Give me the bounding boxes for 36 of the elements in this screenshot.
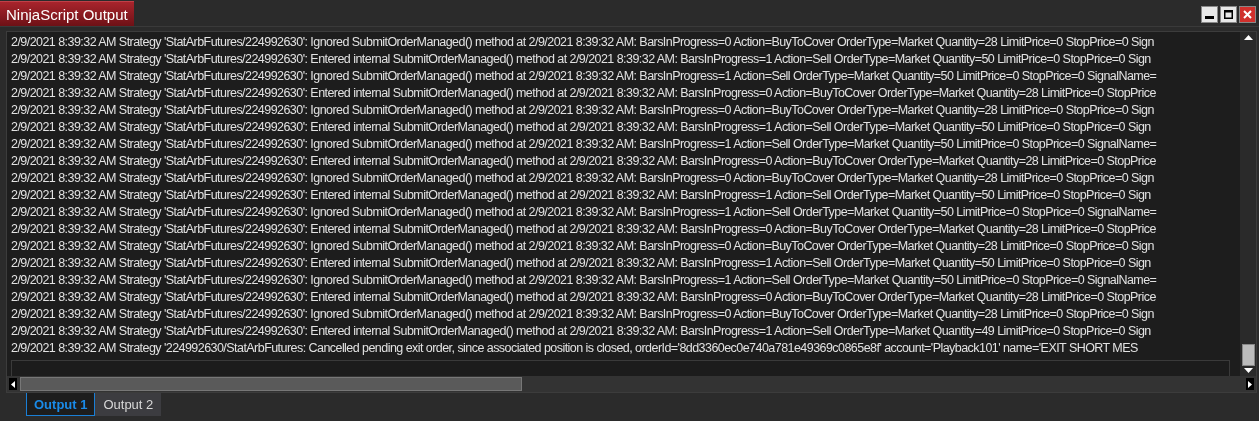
right-arrow-icon [1248,380,1252,388]
left-arrow-icon [11,380,15,388]
log-line: 2/9/2021 8:39:32 AM Strategy 'StatArbFutures/224992630': Entered internal SubmitOrderManaged() method at 2/9/2021 8:39:32 AM: BarsInProgress=0 Action=BuyToCover OrderType=Market Quantity=28 LimitPrice=0 StopPrice [11,289,1156,306]
log-line: 2/9/2021 8:39:32 AM Strategy 'StatArbFutures/224992630': Ignored SubmitOrderManaged() method at 2/9/2021 8:39:32 AM: BarsInProgress=0 Action=BuyToCover OrderType=Market Quantity=28 LimitPrice=0 StopPrice=0 Sign [11,102,1154,119]
log-line: 2/9/2021 8:39:32 AM Strategy 'StatArbFutures/224992630': Entered internal SubmitOrderManaged() method at 2/9/2021 8:39:32 AM: BarsInProgress=0 Action=BuyToCover OrderType=Market Quantity=28 LimitPrice=0 StopPrice [11,153,1156,170]
log-line: 2/9/2021 8:39:32 AM Strategy 'StatArbFutures/224992630': Ignored SubmitOrderManaged() method at 2/9/2021 8:39:32 AM: BarsInProgress=1 Action=Sell OrderType=Market Quantity=50 LimitPrice=0 StopPrice=0 SignalName= [11,204,1157,221]
maximize-icon [1224,10,1233,19]
log-line: 2/9/2021 8:39:32 AM Strategy '224992630/StatArbFutures: Cancelled pending exit order, since associated position is closed, orderId='8dd3360ec0e740a781e49369c0865e8f' account='Playback101' name='EXIT SHORT MES [11,340,1138,357]
log-line: 2/9/2021 8:39:32 AM Strategy 'StatArbFutures/224992630': Ignored SubmitOrderManaged() method at 2/9/2021 8:39:32 AM: BarsInProgress=1 Action=Sell OrderType=Market Quantity=50 LimitPrice=0 StopPrice=0 SignalName= [11,136,1157,153]
log-line: 2/9/2021 8:39:32 AM Strategy 'StatArbFutures/224992630': Ignored SubmitOrderManaged() method at 2/9/2021 8:39:32 AM: BarsInProgress=0 Action=BuyToCover OrderType=Market Quantity=28 LimitPrice=0 StopPrice=0 Sign [11,306,1154,323]
log-line: 2/9/2021 8:39:32 AM Strategy 'StatArbFutures/224992630': Entered internal SubmitOrderManaged() method at 2/9/2021 8:39:32 AM: BarsInProgress=1 Action=Sell OrderType=Market Quantity=50 LimitPrice=0 StopPrice=0 Sign [11,255,1151,272]
scroll-thumb[interactable] [1241,344,1255,366]
scroll-right-button[interactable] [1246,378,1254,390]
log-line: 2/9/2021 8:39:32 AM Strategy 'StatArbFutures/224992630': Ignored SubmitOrderManaged() method at 2/9/2021 8:39:32 AM: BarsInProgress=0 Action=BuyToCover OrderType=Market Quantity=28 LimitPrice=0 StopPrice=0 Sign [11,170,1154,187]
close-button[interactable] [1239,6,1256,23]
output-tab[interactable]: Output 2 [95,393,162,416]
log-line: 2/9/2021 8:39:32 AM Strategy 'StatArbFutures/224992630': Entered internal SubmitOrderManaged() method at 2/9/2021 8:39:32 AM: BarsInProgress=0 Action=BuyToCover OrderType=Market Quantity=28 LimitPrice=0 StopPrice [11,85,1156,102]
log-line: 2/9/2021 8:39:32 AM Strategy 'StatArbFutures/224992630': Ignored SubmitOrderManaged() method at 2/9/2021 8:39:32 AM: BarsInProgress=1 Action=Sell OrderType=Market Quantity=50 LimitPrice=0 StopPrice=0 SignalName= [11,272,1157,289]
scroll-up-icon[interactable] [1243,34,1253,40]
log-line: 2/9/2021 8:39:32 AM Strategy 'StatArbFutures/224992630': Ignored SubmitOrderManaged() method at 2/9/2021 8:39:32 AM: BarsInProgress=0 Action=BuyToCover OrderType=Market Quantity=28 LimitPrice=0 StopPrice=0 Sign [11,238,1154,255]
output-tab[interactable]: Output 1 [26,393,96,416]
scroll-left-button[interactable] [9,378,17,390]
window-title: NinjaScript Output [0,1,134,26]
scroll-down-icon[interactable] [1243,368,1253,374]
log-line: 2/9/2021 8:39:32 AM Strategy 'StatArbFutures/224992630': Entered internal SubmitOrderManaged() method at 2/9/2021 8:39:32 AM: BarsInProgress=1 Action=Sell OrderType=Market Quantity=50 LimitPrice=0 StopPrice=0 Sign [11,187,1151,204]
close-icon [1243,10,1252,19]
log-line: 2/9/2021 8:39:32 AM Strategy 'StatArbFutures/224992630': Entered internal SubmitOrderManaged() method at 2/9/2021 8:39:32 AM: BarsInProgress=0 Action=BuyToCover OrderType=Market Quantity=28 LimitPrice=0 StopPrice [11,221,1156,238]
log-line: 2/9/2021 8:39:32 AM Strategy 'StatArbFutures/224992630': Entered internal SubmitOrderManaged() method at 2/9/2021 8:39:32 AM: BarsInProgress=1 Action=Sell OrderType=Market Quantity=50 LimitPrice=0 StopPrice=0 Sign [11,51,1151,68]
log-line: 2/9/2021 8:39:32 AM Strategy 'StatArbFutures/224992630': Entered internal SubmitOrderManaged() method at 2/9/2021 8:39:32 AM: BarsInProgress=1 Action=Sell OrderType=Market Quantity=49 LimitPrice=0 StopPrice=0 Sign [11,323,1151,340]
vertical-scrollbar[interactable] [1240,32,1256,376]
log-line: 2/9/2021 8:39:32 AM Strategy 'StatArbFutures/224992630': Ignored SubmitOrderManaged() method at 2/9/2021 8:39:32 AM: BarsInProgress=0 Action=BuyToCover OrderType=Market Quantity=28 LimitPrice=0 StopPrice=0 Sign [11,34,1154,51]
log-line: 2/9/2021 8:39:32 AM Strategy 'StatArbFutures/224992630': Entered internal SubmitOrderManaged() method at 2/9/2021 8:39:32 AM: BarsInProgress=1 Action=Sell OrderType=Market Quantity=50 LimitPrice=0 StopPrice=0 Sign [11,119,1151,136]
input-field[interactable] [11,360,1230,378]
minimize-button[interactable] [1201,6,1218,23]
maximize-button[interactable] [1220,6,1237,23]
log-line: 2/9/2021 8:39:32 AM Strategy 'StatArbFutures/224992630': Ignored SubmitOrderManaged() method at 2/9/2021 8:39:32 AM: BarsInProgress=1 Action=Sell OrderType=Market Quantity=50 LimitPrice=0 StopPrice=0 SignalName= [11,68,1157,85]
